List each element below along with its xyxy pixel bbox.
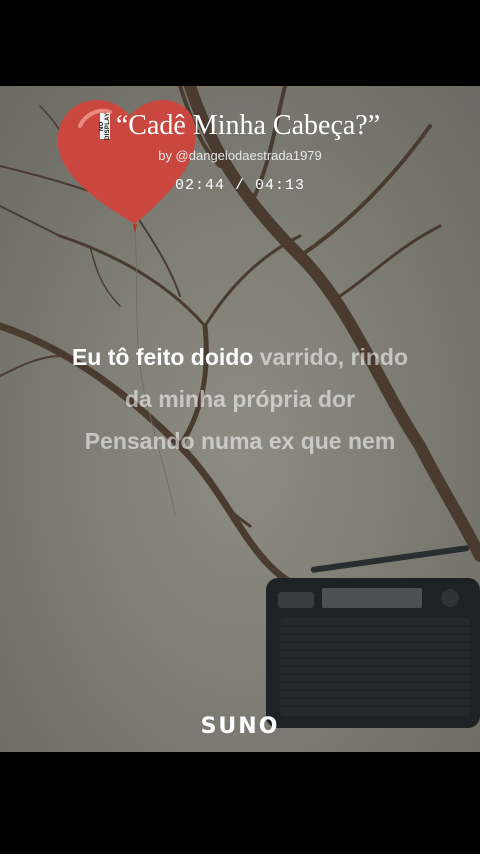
letterbox-top <box>0 0 480 86</box>
letterbox-bottom <box>0 752 480 854</box>
no-display-badge: NO DISPLAY <box>98 112 111 140</box>
radio-icon <box>266 545 480 728</box>
lyrics-panel: Eu tô feito doido varrido, rindo da minh… <box>20 336 460 462</box>
suno-logo[interactable]: SUNO <box>0 714 480 739</box>
playback-time: 02:44 / 04:13 <box>174 177 306 194</box>
lyric-unsung: Pensando numa ex que nem <box>84 428 396 454</box>
lyric-line: Eu tô feito doido varrido, rindo <box>20 336 460 378</box>
artist-byline[interactable]: by @dangelodaestrada1979 <box>0 148 480 163</box>
lyric-line: Pensando numa ex que nem <box>20 420 460 462</box>
song-header: NO DISPLAY “Cadê Minha Cabeça?” by @dang… <box>0 110 480 194</box>
lyric-unsung: varrido, rindo <box>259 344 409 370</box>
title-row: NO DISPLAY “Cadê Minha Cabeça?” <box>0 110 480 142</box>
song-title: “Cadê Minha Cabeça?” <box>115 110 381 141</box>
lyric-sung: Eu tô feito doido <box>71 344 260 370</box>
lyric-unsung: da minha própria dor <box>124 386 356 412</box>
lyric-line: da minha própria dor <box>20 378 460 420</box>
